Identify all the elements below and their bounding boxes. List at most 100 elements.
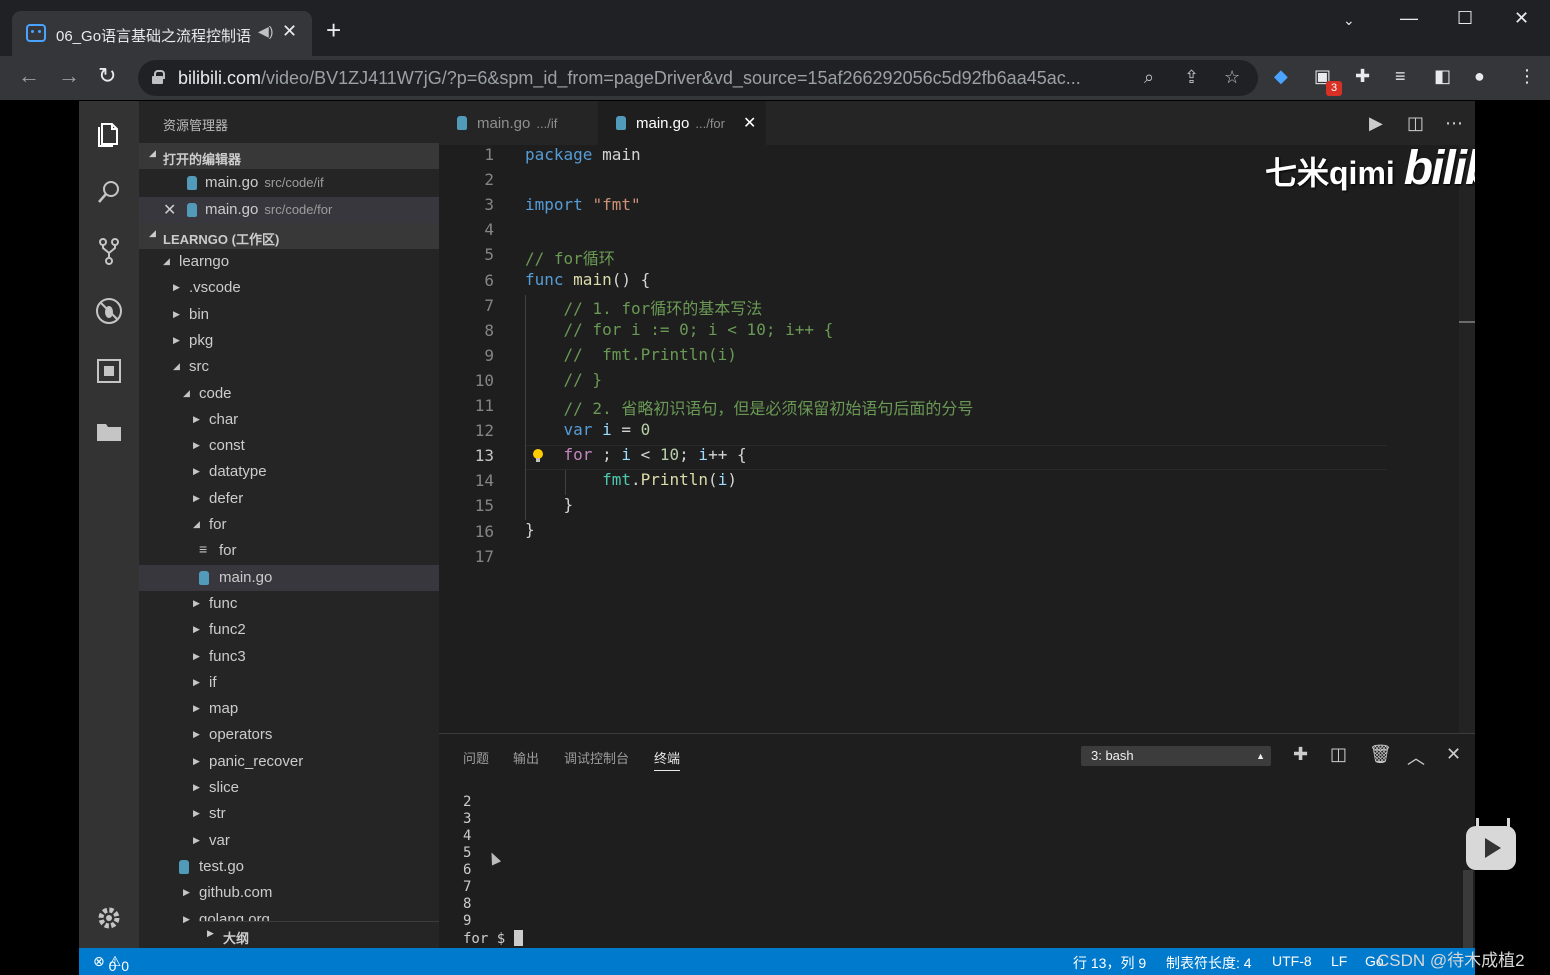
split-terminal-icon[interactable]: ◫ xyxy=(1330,744,1347,765)
tree-item[interactable]: ◢ learngo xyxy=(139,249,439,275)
tree-item[interactable]: main.go xyxy=(139,564,439,591)
media-control-icon[interactable]: ≡ xyxy=(1395,66,1406,87)
encoding[interactable]: UTF-8 xyxy=(1272,953,1312,969)
cursor-position[interactable]: 行 13，列 9 xyxy=(1073,953,1146,973)
more-actions-icon[interactable]: ⋯ xyxy=(1445,113,1463,134)
editor-scrollbar[interactable] xyxy=(1459,145,1475,733)
status-bar: ⊗ 0 ⚠ 0 行 13，列 9 制表符长度: 4 UTF-8 LF Go xyxy=(79,948,1475,975)
tree-item[interactable]: ▶ char xyxy=(139,407,439,433)
share-icon[interactable]: ⇪ xyxy=(1184,67,1199,88)
reload-button[interactable]: ↻ xyxy=(98,63,116,89)
tab-output[interactable]: 输出 xyxy=(513,748,539,767)
run-icon[interactable]: ▶ xyxy=(1369,113,1383,134)
close-panel-icon[interactable]: ✕ xyxy=(1446,744,1461,765)
tab-close-icon[interactable]: ✕ xyxy=(282,21,297,42)
tab-problems[interactable]: 问题 xyxy=(463,748,489,767)
open-editors-header[interactable]: ◢ 打开的编辑器 xyxy=(139,143,439,169)
code-line-11: // 2. 省略初识语句，但是必须保留初始语句后面的分号 xyxy=(563,399,974,418)
back-button[interactable]: ← xyxy=(18,63,40,89)
terminal-panel: 问题 输出 调试控制台 终端 3: bash ▲ ✚ ◫ 🗑 ︿ ✕ 234567… xyxy=(439,733,1475,948)
tree-item[interactable]: test.go xyxy=(139,854,439,880)
search-icon[interactable] xyxy=(94,177,124,207)
debug-icon[interactable] xyxy=(94,296,124,326)
forward-button[interactable]: → xyxy=(58,63,80,89)
close-icon[interactable]: ✕ xyxy=(163,200,176,220)
tree-item-label: test.go xyxy=(199,857,245,875)
extensions-puzzle-icon[interactable]: ✚ xyxy=(1355,66,1370,87)
chevron-right-icon: ▶ xyxy=(193,676,200,687)
address-bar[interactable]: bilibili.com/video/BV1ZJ411W7jG/?p=6&spm… xyxy=(138,60,1258,96)
chevron-right-icon: ▶ xyxy=(193,413,200,424)
bookmark-star-icon[interactable]: ☆ xyxy=(1224,67,1240,88)
open-editor-item[interactable]: ✕ main.go src/code/for xyxy=(139,197,439,223)
tree-item[interactable]: ▶ const xyxy=(139,433,439,459)
tree-item[interactable]: ◢ src xyxy=(139,354,439,380)
open-editor-item[interactable]: main.go src/code/if xyxy=(139,170,439,196)
audio-playing-icon[interactable]: ◀) xyxy=(258,23,273,40)
browser-menu-icon[interactable]: ⋮ xyxy=(1518,66,1536,87)
tab-close-icon[interactable]: ✕ xyxy=(743,113,756,133)
terminal-scrollbar[interactable] xyxy=(1463,870,1473,948)
tree-item[interactable]: ▶ func2 xyxy=(139,617,439,643)
tab-strip: 06_Go语言基础之流程控制语 ◀) ✕ + ⌄ — ☐ ✕ xyxy=(0,0,1550,56)
tab-search-icon[interactable]: ⌄ xyxy=(1343,12,1355,29)
tree-item[interactable]: ▶ .vscode xyxy=(139,275,439,301)
tree-item[interactable]: ▶ func xyxy=(139,591,439,617)
maximize-button[interactable]: ☐ xyxy=(1457,8,1473,29)
kill-terminal-icon[interactable]: 🗑 xyxy=(1369,744,1392,765)
explorer-icon[interactable] xyxy=(94,118,124,148)
tree-item[interactable]: ≡ for xyxy=(139,538,439,564)
folder-icon[interactable] xyxy=(94,416,124,446)
tree-item-label: const xyxy=(209,437,245,455)
workspace-header[interactable]: ◢ LEARNGO (工作区) xyxy=(139,223,439,249)
minimize-button[interactable]: — xyxy=(1400,8,1418,29)
tree-item[interactable]: ▶ panic_recover xyxy=(139,749,439,775)
tree-item[interactable]: ◢ for xyxy=(139,512,439,538)
tree-item[interactable]: ▶ if xyxy=(139,670,439,696)
terminal-line: 8 xyxy=(463,896,472,912)
tree-item[interactable]: ▶ str xyxy=(139,801,439,827)
chevron-right-icon: ▶ xyxy=(193,624,200,635)
side-panel-icon[interactable]: ◧ xyxy=(1434,66,1451,87)
split-editor-icon[interactable]: ◫ xyxy=(1407,113,1424,134)
line-number: 2 xyxy=(484,170,494,190)
settings-gear-icon[interactable] xyxy=(94,903,124,933)
tree-item[interactable]: ▶ defer xyxy=(139,486,439,512)
tree-item[interactable]: ▶ operators xyxy=(139,722,439,748)
tree-item[interactable]: ▶ map xyxy=(139,696,439,722)
tree-item[interactable]: ▶ pkg xyxy=(139,328,439,354)
tab-size[interactable]: 制表符长度: 4 xyxy=(1166,953,1252,973)
editor-tab-for[interactable]: main.go .../for xyxy=(598,101,766,145)
terminal-select[interactable]: 3: bash ▲ xyxy=(1081,746,1271,766)
code-editor[interactable]: 1 2 3 4 5 6 7 8 9 10 11 12 13 14 15 16 17 package main i… xyxy=(439,145,1475,735)
tree-item[interactable]: ▶ func3 xyxy=(139,644,439,670)
problems-status[interactable]: ⊗ 0 ⚠ 0 xyxy=(93,953,129,974)
new-tab-button[interactable]: + xyxy=(326,17,341,43)
tree-item[interactable]: ▶ slice xyxy=(139,775,439,801)
tree-item-label: operators xyxy=(209,726,273,744)
editor-tab-if[interactable]: main.go .../if xyxy=(439,101,597,145)
end-of-line[interactable]: LF xyxy=(1331,953,1347,969)
tree-item[interactable]: ▶ var xyxy=(139,828,439,854)
profile-avatar-icon[interactable]: ● xyxy=(1474,66,1485,87)
lock-icon[interactable] xyxy=(152,70,165,84)
bilibili-play-icon[interactable] xyxy=(1466,826,1516,870)
source-control-icon[interactable] xyxy=(94,236,124,266)
tree-item[interactable]: ▶ github.com xyxy=(139,880,439,906)
extension-gem-icon[interactable]: ◆ xyxy=(1274,66,1288,87)
tab-terminal[interactable]: 终端 xyxy=(654,748,681,771)
tree-item-label: src xyxy=(189,358,209,376)
new-terminal-icon[interactable]: ✚ xyxy=(1293,744,1308,765)
tab-debug-console[interactable]: 调试控制台 xyxy=(564,748,629,767)
url-text[interactable]: bilibili.com/video/BV1ZJ411W7jG/?p=6&spm… xyxy=(178,68,1138,89)
tree-item[interactable]: ▶ bin xyxy=(139,302,439,328)
extensions-icon[interactable] xyxy=(94,356,124,386)
line-number: 11 xyxy=(474,396,494,415)
terminal-output[interactable]: 2 3 4 5 6 7 8 9 for $ xyxy=(463,794,523,948)
close-window-button[interactable]: ✕ xyxy=(1514,8,1529,29)
tree-item[interactable]: ▶ datatype xyxy=(139,459,439,485)
browser-tab[interactable]: 06_Go语言基础之流程控制语 ◀) ✕ xyxy=(12,11,312,56)
zoom-icon[interactable]: ⌕ xyxy=(1144,67,1154,88)
maximize-panel-icon[interactable]: ︿ xyxy=(1407,744,1425,770)
tree-item[interactable]: ◢ code xyxy=(139,381,439,407)
